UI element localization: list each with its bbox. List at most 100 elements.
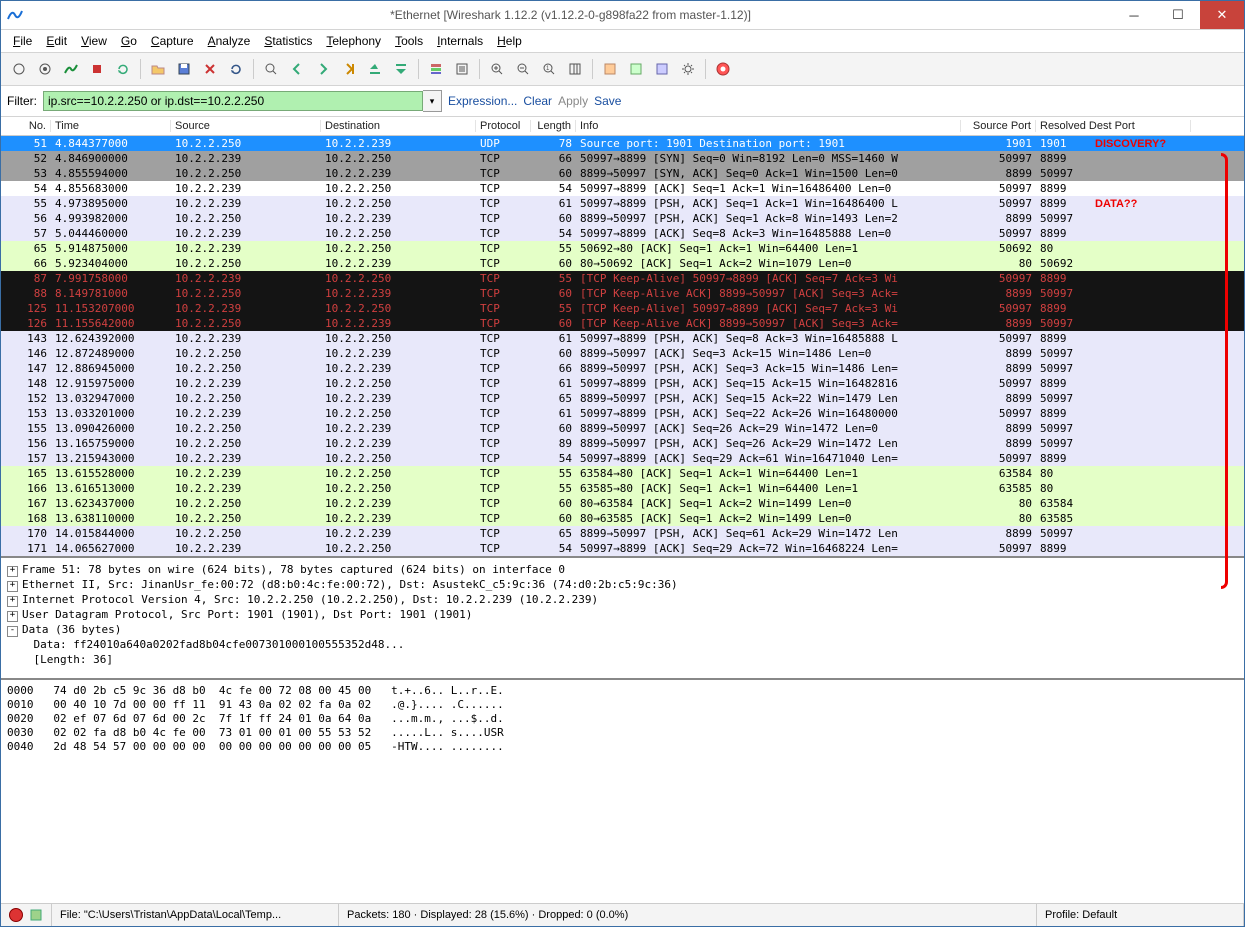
menu-analyze[interactable]: Analyze [202, 32, 257, 50]
filter-clear-link[interactable]: Clear [523, 94, 552, 108]
status-profile[interactable]: Profile: Default [1037, 904, 1244, 926]
zoom-in-button[interactable] [485, 57, 509, 81]
filter-save-link[interactable]: Save [594, 94, 621, 108]
packet-bytes-pane[interactable]: 0000 74 d0 2b c5 9c 36 d8 b0 4c fe 00 72… [1, 680, 1244, 903]
help-button[interactable] [711, 57, 735, 81]
close-button[interactable]: ✕ [1200, 1, 1244, 29]
go-forward-button[interactable] [311, 57, 335, 81]
packet-row[interactable]: 17014.01584400010.2.2.25010.2.2.239TCP65… [1, 526, 1244, 541]
go-back-button[interactable] [285, 57, 309, 81]
expand-box-icon[interactable]: + [7, 596, 18, 607]
packet-row[interactable]: 12511.15320700010.2.2.23910.2.2.250TCP55… [1, 301, 1244, 316]
packet-row[interactable]: 12611.15564200010.2.2.25010.2.2.239TCP60… [1, 316, 1244, 331]
col-len[interactable]: Length [531, 120, 576, 132]
open-file-button[interactable] [146, 57, 170, 81]
packet-row[interactable]: 17114.06562700010.2.2.23910.2.2.250TCP54… [1, 541, 1244, 556]
detail-line[interactable]: -Data (36 bytes) [7, 622, 1238, 637]
filter-apply-link[interactable]: Apply [558, 94, 588, 108]
display-filters-button[interactable] [624, 57, 648, 81]
start-capture-button[interactable] [59, 57, 83, 81]
coloring-rules-button[interactable] [650, 57, 674, 81]
packet-row[interactable]: 655.91487500010.2.2.23910.2.2.250TCP5550… [1, 241, 1244, 256]
menu-help[interactable]: Help [491, 32, 528, 50]
find-packet-button[interactable] [259, 57, 283, 81]
reload-button[interactable] [224, 57, 248, 81]
packet-row[interactable]: 14712.88694500010.2.2.25010.2.2.239TCP66… [1, 361, 1244, 376]
expand-box-icon[interactable]: + [7, 581, 18, 592]
detail-line[interactable]: [Length: 36] [7, 652, 1238, 667]
preferences-button[interactable] [676, 57, 700, 81]
packet-row[interactable]: 514.84437700010.2.2.25010.2.2.239UDP78So… [1, 136, 1244, 151]
col-info[interactable]: Info [576, 120, 961, 132]
packet-row[interactable]: 14612.87248900010.2.2.25010.2.2.239TCP60… [1, 346, 1244, 361]
maximize-button[interactable]: ☐ [1156, 1, 1200, 29]
minimize-button[interactable]: ─ [1112, 1, 1156, 29]
resize-columns-button[interactable] [563, 57, 587, 81]
col-proto[interactable]: Protocol [476, 120, 531, 132]
menu-internals[interactable]: Internals [431, 32, 489, 50]
stop-capture-button[interactable] [85, 57, 109, 81]
expand-box-icon[interactable]: - [7, 626, 18, 637]
hex-line[interactable]: 0000 74 d0 2b c5 9c 36 d8 b0 4c fe 00 72… [7, 684, 1238, 698]
packet-list-body[interactable]: 514.84437700010.2.2.25010.2.2.239UDP78So… [1, 136, 1244, 556]
menu-tools[interactable]: Tools [389, 32, 429, 50]
menu-telephony[interactable]: Telephony [320, 32, 387, 50]
col-time[interactable]: Time [51, 120, 171, 132]
packet-row[interactable]: 575.04446000010.2.2.23910.2.2.250TCP5450… [1, 226, 1244, 241]
zoom-reset-button[interactable]: 1 [537, 57, 561, 81]
packet-list-pane[interactable]: No. Time Source Destination Protocol Len… [1, 117, 1244, 558]
packet-row[interactable]: 16513.61552800010.2.2.23910.2.2.250TCP55… [1, 466, 1244, 481]
col-dst[interactable]: Destination [321, 120, 476, 132]
save-file-button[interactable] [172, 57, 196, 81]
packet-row[interactable]: 524.84690000010.2.2.23910.2.2.250TCP6650… [1, 151, 1244, 166]
hex-line[interactable]: 0040 2d 48 54 57 00 00 00 00 00 00 00 00… [7, 740, 1238, 754]
packet-row[interactable]: 15513.09042600010.2.2.25010.2.2.239TCP60… [1, 421, 1244, 436]
menu-view[interactable]: View [75, 32, 113, 50]
zoom-out-button[interactable] [511, 57, 535, 81]
packet-row[interactable]: 15213.03294700010.2.2.25010.2.2.239TCP65… [1, 391, 1244, 406]
expand-box-icon[interactable]: + [7, 611, 18, 622]
packet-row[interactable]: 564.99398200010.2.2.25010.2.2.239TCP6088… [1, 211, 1244, 226]
hex-line[interactable]: 0020 02 ef 07 6d 07 6d 00 2c 7f 1f ff 24… [7, 712, 1238, 726]
packet-row[interactable]: 15613.16575900010.2.2.25010.2.2.239TCP89… [1, 436, 1244, 451]
packet-row[interactable]: 15313.03320100010.2.2.23910.2.2.250TCP61… [1, 406, 1244, 421]
packet-row[interactable]: 544.85568300010.2.2.23910.2.2.250TCP5450… [1, 181, 1244, 196]
expert-info-button[interactable] [1, 904, 52, 926]
packet-row[interactable]: 877.99175800010.2.2.23910.2.2.250TCP55[T… [1, 271, 1244, 286]
hex-line[interactable]: 0010 00 40 10 7d 00 00 ff 11 91 43 0a 02… [7, 698, 1238, 712]
go-to-packet-button[interactable] [337, 57, 361, 81]
capture-options-button[interactable] [33, 57, 57, 81]
menu-file[interactable]: File [7, 32, 38, 50]
menu-statistics[interactable]: Statistics [258, 32, 318, 50]
packet-row[interactable]: 554.97389500010.2.2.23910.2.2.250TCP6150… [1, 196, 1244, 211]
list-interfaces-button[interactable] [7, 57, 31, 81]
detail-line[interactable]: +Frame 51: 78 bytes on wire (624 bits), … [7, 562, 1238, 577]
menu-edit[interactable]: Edit [40, 32, 73, 50]
detail-line[interactable]: Data: ff24010a640a0202fad8b04cfe00730100… [7, 637, 1238, 652]
col-sport[interactable]: Source Port [961, 120, 1036, 132]
filter-dropdown[interactable]: ▾ [423, 90, 442, 112]
hex-line[interactable]: 0030 02 02 fa d8 b0 4c fe 00 73 01 00 01… [7, 726, 1238, 740]
packet-details-pane[interactable]: +Frame 51: 78 bytes on wire (624 bits), … [1, 558, 1244, 680]
capture-filters-button[interactable] [598, 57, 622, 81]
detail-line[interactable]: +Internet Protocol Version 4, Src: 10.2.… [7, 592, 1238, 607]
menu-capture[interactable]: Capture [145, 32, 200, 50]
col-no[interactable]: No. [1, 120, 51, 132]
col-dport[interactable]: Resolved Dest Port [1036, 120, 1191, 132]
menu-go[interactable]: Go [115, 32, 143, 50]
packet-row[interactable]: 888.14978100010.2.2.25010.2.2.239TCP60[T… [1, 286, 1244, 301]
filter-input[interactable] [43, 91, 423, 111]
packet-row[interactable]: 14312.62439200010.2.2.23910.2.2.250TCP61… [1, 331, 1244, 346]
close-file-button[interactable] [198, 57, 222, 81]
packet-row[interactable]: 534.85559400010.2.2.25010.2.2.239TCP6088… [1, 166, 1244, 181]
packet-list-header[interactable]: No. Time Source Destination Protocol Len… [1, 117, 1244, 136]
detail-line[interactable]: +Ethernet II, Src: JinanUsr_fe:00:72 (d8… [7, 577, 1238, 592]
packet-row[interactable]: 14812.91597500010.2.2.23910.2.2.250TCP61… [1, 376, 1244, 391]
detail-line[interactable]: +User Datagram Protocol, Src Port: 1901 … [7, 607, 1238, 622]
packet-row[interactable]: 15713.21594300010.2.2.23910.2.2.250TCP54… [1, 451, 1244, 466]
col-src[interactable]: Source [171, 120, 321, 132]
expand-box-icon[interactable]: + [7, 566, 18, 577]
packet-row[interactable]: 16713.62343700010.2.2.25010.2.2.239TCP60… [1, 496, 1244, 511]
go-first-button[interactable] [363, 57, 387, 81]
colorize-button[interactable] [424, 57, 448, 81]
